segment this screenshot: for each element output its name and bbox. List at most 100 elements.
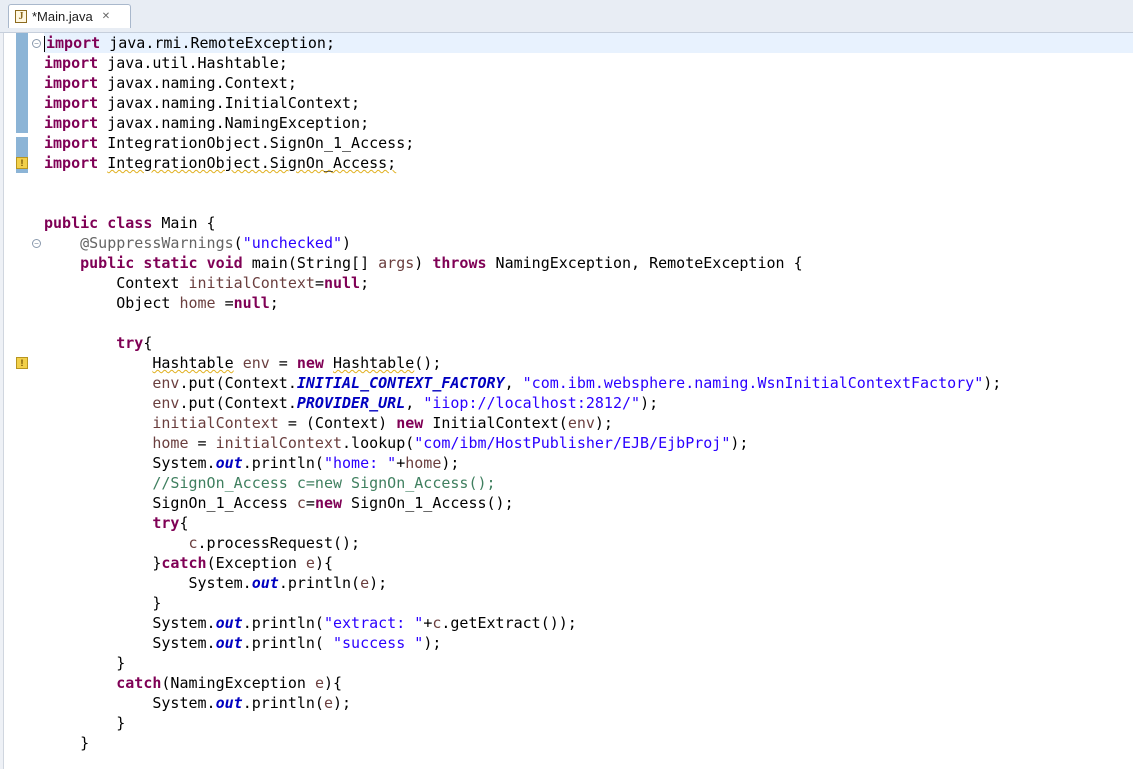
- code-token: args: [378, 254, 415, 272]
- text-caret: [44, 35, 45, 52]
- code-token: SignOn_1_Access: [44, 494, 297, 512]
- code-token: NamingException, RemoteException {: [486, 254, 803, 272]
- code-token: =: [314, 274, 324, 292]
- code-token: ): [342, 234, 352, 252]
- code-line[interactable]: import javax.naming.NamingException;: [44, 113, 369, 133]
- code-line[interactable]: SignOn_1_Access c=new SignOn_1_Access();: [44, 493, 513, 513]
- code-line[interactable]: public class Main {: [44, 213, 216, 233]
- code-token: java.rmi.RemoteException;: [100, 34, 335, 52]
- code-line[interactable]: import java.util.Hashtable;: [44, 53, 288, 73]
- code-token: new: [396, 414, 424, 432]
- code-line[interactable]: import IntegrationObject.SignOn_Access;: [44, 153, 396, 173]
- code-line[interactable]: //SignOn_Access c=new SignOn_Access();: [44, 473, 495, 493]
- code-token: "iiop://localhost:2812/": [423, 394, 641, 412]
- code-token: );: [333, 694, 352, 712]
- code-token: public: [80, 254, 135, 272]
- code-token: throws: [432, 254, 487, 272]
- code-token: ;: [269, 294, 279, 312]
- code-line[interactable]: }: [44, 593, 161, 613]
- code-line[interactable]: c.processRequest();: [44, 533, 361, 553]
- code-token: {: [143, 334, 153, 352]
- code-token: home: [152, 434, 189, 452]
- code-line[interactable]: catch(NamingException e){: [44, 673, 342, 693]
- code-token: );: [983, 374, 1002, 392]
- code-line[interactable]: }: [44, 713, 125, 733]
- code-token: +: [423, 614, 433, 632]
- code-line[interactable]: import java.rmi.RemoteException;: [44, 33, 1133, 53]
- code-token: import: [44, 54, 99, 72]
- warning-icon[interactable]: !: [16, 157, 28, 169]
- code-token: (NamingException: [161, 674, 315, 692]
- code-token: initialContext: [188, 274, 315, 292]
- code-line[interactable]: home = initialContext.lookup("com/ibm/Ho…: [44, 433, 748, 453]
- code-token: out: [215, 694, 243, 712]
- code-token: .println(: [278, 574, 361, 592]
- code-token: "com.ibm.websphere.naming.WsnInitialCont…: [522, 374, 984, 392]
- fold-collapse-icon[interactable]: −: [32, 39, 41, 48]
- code-line[interactable]: Object home =null;: [44, 293, 279, 313]
- code-token: (Exception: [206, 554, 306, 572]
- code-line[interactable]: Hashtable env = new Hashtable();: [44, 353, 441, 373]
- code-line[interactable]: System.out.println(e);: [44, 573, 387, 593]
- code-token: import: [44, 94, 99, 112]
- code-token: PROVIDER_URL: [296, 394, 406, 412]
- code-token: home: [179, 294, 216, 312]
- code-token: main(String[]: [242, 254, 379, 272]
- code-token: c: [296, 494, 306, 512]
- code-line[interactable]: import IntegrationObject.SignOn_1_Access…: [44, 133, 414, 153]
- code-token: .put(Context.: [179, 394, 297, 412]
- code-token: import: [44, 154, 99, 172]
- code-line[interactable]: import javax.naming.Context;: [44, 73, 297, 93]
- code-token: "success ": [333, 634, 424, 652]
- code-line[interactable]: }: [44, 653, 125, 673]
- fold-collapse-icon[interactable]: −: [32, 239, 41, 248]
- code-token: e: [314, 674, 324, 692]
- code-token: static: [143, 254, 198, 272]
- code-line[interactable]: try{: [44, 333, 152, 353]
- code-token: public: [44, 214, 99, 232]
- code-line[interactable]: env.put(Context.INITIAL_CONTEXT_FACTORY,…: [44, 373, 1001, 393]
- code-token: initialContext: [215, 434, 343, 452]
- java-code-editor[interactable]: import java.rmi.RemoteException; import j…: [44, 33, 1133, 769]
- code-token: .lookup(: [342, 434, 415, 452]
- code-token: INITIAL_CONTEXT_FACTORY: [296, 374, 505, 392]
- code-token: (: [233, 234, 243, 252]
- code-token: env: [152, 374, 180, 392]
- close-tab-icon[interactable]: ✕: [102, 11, 110, 22]
- code-line[interactable]: System.out.println("home: "+home);: [44, 453, 459, 473]
- code-line[interactable]: initialContext = (Context) new InitialCo…: [44, 413, 613, 433]
- code-token: home: [405, 454, 442, 472]
- code-token: InitialContext(: [423, 414, 568, 432]
- code-token: System.: [44, 574, 252, 592]
- code-token: initialContext: [152, 414, 279, 432]
- code-token: "com/ibm/HostPublisher/EJB/EjbProj": [414, 434, 731, 452]
- code-token: out: [215, 454, 243, 472]
- tab-main-java[interactable]: J *Main.java ✕: [8, 4, 131, 28]
- warning-icon[interactable]: !: [16, 357, 28, 369]
- code-line[interactable]: import javax.naming.InitialContext;: [44, 93, 360, 113]
- code-token: Hashtable: [333, 354, 415, 372]
- code-token: System.: [44, 634, 216, 652]
- code-line[interactable]: public static void main(String[] args) t…: [44, 253, 803, 273]
- code-line[interactable]: }catch(Exception e){: [44, 553, 333, 573]
- code-line[interactable]: System.out.println("extract: "+c.getExtr…: [44, 613, 576, 633]
- code-line[interactable]: System.out.println( "success ");: [44, 633, 441, 653]
- code-token: }: [44, 554, 162, 572]
- code-line[interactable]: Context initialContext=null;: [44, 273, 369, 293]
- code-line[interactable]: }: [44, 733, 89, 753]
- code-token: }: [44, 714, 126, 732]
- code-token: void: [206, 254, 243, 272]
- code-token: =: [269, 354, 297, 372]
- code-line[interactable]: try{: [44, 513, 188, 533]
- code-token: }: [44, 594, 162, 612]
- code-line[interactable]: env.put(Context.PROVIDER_URL, "iiop://lo…: [44, 393, 658, 413]
- code-line[interactable]: System.out.println(e);: [44, 693, 351, 713]
- code-line[interactable]: @SuppressWarnings("unchecked"): [44, 233, 351, 253]
- code-token: Main {: [152, 214, 216, 232]
